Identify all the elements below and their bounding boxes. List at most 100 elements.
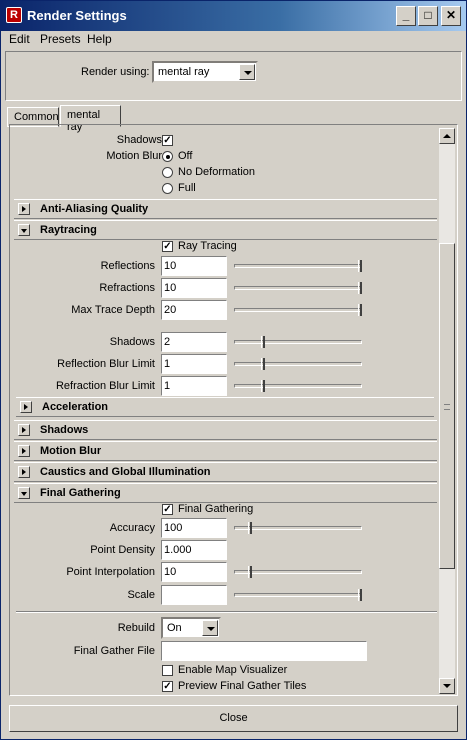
accuracy-label: Accuracy <box>109 522 155 534</box>
app-icon: R <box>6 7 22 23</box>
motion-blur-no-deformation-radio[interactable] <box>162 167 173 178</box>
reflections-field[interactable]: 10 <box>161 256 227 276</box>
ray-tracing-label: Ray Tracing <box>178 240 237 252</box>
refractions-label: Refractions <box>99 282 155 294</box>
chevron-down-icon[interactable] <box>202 620 218 636</box>
final-gather-file-label: Final Gather File <box>73 645 155 657</box>
slider-handle[interactable] <box>358 304 362 316</box>
max-trace-depth-label: Max Trace Depth <box>71 304 155 316</box>
chevron-down-icon <box>443 684 451 688</box>
slider-handle[interactable] <box>248 522 252 534</box>
section-shadows[interactable]: Shadows <box>14 420 437 440</box>
render-using-dropdown[interactable]: mental ray <box>152 61 258 83</box>
motion-blur-full-label: Full <box>178 182 196 194</box>
section-acceleration[interactable]: Acceleration <box>16 397 434 417</box>
point-interpolation-slider[interactable] <box>234 566 362 578</box>
refraction-blur-limit-slider[interactable] <box>234 380 362 392</box>
section-shadows-title: Shadows <box>40 424 89 436</box>
section-caustics[interactable]: Caustics and Global Illumination <box>14 462 437 482</box>
point-interpolation-field[interactable]: 10 <box>161 562 227 582</box>
vertical-scrollbar[interactable] <box>439 128 455 694</box>
section-acceleration-title: Acceleration <box>42 401 109 413</box>
point-density-field[interactable]: 1.000 <box>161 540 227 560</box>
shadows-depth-slider[interactable] <box>234 336 362 348</box>
ray-tracing-checkbox[interactable]: ✓ <box>162 241 173 252</box>
expand-icon[interactable] <box>18 445 30 457</box>
final-gathering-checkbox[interactable]: ✓ <box>162 504 173 515</box>
rebuild-value: On <box>167 622 182 634</box>
rebuild-dropdown[interactable]: On <box>161 617 221 639</box>
reflections-slider[interactable] <box>234 260 362 272</box>
settings-scroll-area: Shadows ✓ Motion Blur Off No Deformation… <box>9 124 458 696</box>
shadows-checkbox[interactable]: ✓ <box>162 135 173 146</box>
section-final-gathering[interactable]: Final Gathering <box>14 483 437 503</box>
preview-tiles-checkbox[interactable]: ✓ <box>162 681 173 692</box>
menu-edit[interactable]: Edit <box>9 32 30 46</box>
menu-help[interactable]: Help <box>87 32 112 46</box>
render-using-panel: Render using: mental ray <box>5 51 462 101</box>
point-interpolation-label: Point Interpolation <box>66 566 155 578</box>
max-trace-depth-slider[interactable] <box>234 304 362 316</box>
slider-handle[interactable] <box>261 336 265 348</box>
accuracy-field[interactable]: 100 <box>161 518 227 538</box>
slider-handle[interactable] <box>358 589 362 601</box>
refraction-blur-limit-field[interactable]: 1 <box>161 376 227 396</box>
reflection-blur-limit-field[interactable]: 1 <box>161 354 227 374</box>
grip-icon <box>444 404 450 410</box>
scroll-down-button[interactable] <box>439 678 455 694</box>
motion-blur-no-deformation-label: No Deformation <box>178 166 256 178</box>
shadows-depth-field[interactable]: 2 <box>161 332 227 352</box>
expand-icon[interactable] <box>18 203 30 215</box>
title-bar: R Render Settings _ □ ✕ <box>1 1 466 31</box>
accuracy-slider[interactable] <box>234 522 362 534</box>
collapse-icon[interactable] <box>18 224 30 236</box>
slider-handle[interactable] <box>358 260 362 272</box>
collapse-icon[interactable] <box>18 487 30 499</box>
chevron-down-icon[interactable] <box>239 64 255 80</box>
section-anti-aliasing[interactable]: Anti-Aliasing Quality <box>14 199 437 219</box>
expand-icon[interactable] <box>20 401 32 413</box>
menu-presets[interactable]: Presets <box>40 32 81 46</box>
final-gathering-label: Final Gathering <box>178 503 254 515</box>
section-raytracing[interactable]: Raytracing <box>14 220 437 240</box>
enable-map-visualizer-checkbox[interactable] <box>162 665 173 676</box>
slider-handle[interactable] <box>358 282 362 294</box>
reflection-blur-limit-slider[interactable] <box>234 358 362 370</box>
section-raytracing-title: Raytracing <box>40 224 97 236</box>
scroll-up-button[interactable] <box>439 128 455 144</box>
menu-bar: Edit Presets Help <box>1 31 466 49</box>
scale-slider[interactable] <box>234 589 362 601</box>
window-title: Render Settings <box>27 8 127 23</box>
rebuild-label: Rebuild <box>117 622 155 634</box>
minimize-button[interactable]: _ <box>396 6 416 26</box>
expand-icon[interactable] <box>18 466 30 478</box>
section-motion-blur[interactable]: Motion Blur <box>14 441 437 461</box>
motion-blur-off-label: Off <box>178 150 193 162</box>
render-using-value: mental ray <box>158 66 210 78</box>
section-motion-blur-title: Motion Blur <box>40 445 102 457</box>
scale-color-swatch[interactable] <box>161 585 227 605</box>
render-settings-window: R Render Settings _ □ ✕ Edit Presets Hel… <box>0 0 467 740</box>
enable-map-visualizer-label: Enable Map Visualizer <box>178 664 288 676</box>
slider-handle[interactable] <box>261 358 265 370</box>
expand-icon[interactable] <box>18 424 30 436</box>
refractions-field[interactable]: 10 <box>161 278 227 298</box>
close-window-button[interactable]: ✕ <box>441 6 461 26</box>
point-density-label: Point Density <box>90 544 155 556</box>
scroll-thumb[interactable] <box>439 243 455 569</box>
refractions-slider[interactable] <box>234 282 362 294</box>
shadows-label: Shadows <box>116 134 162 146</box>
reflections-label: Reflections <box>100 260 155 272</box>
section-final-gathering-title: Final Gathering <box>40 487 121 499</box>
close-button[interactable]: Close <box>9 705 458 732</box>
slider-handle[interactable] <box>261 380 265 392</box>
final-gather-file-field[interactable] <box>161 641 367 661</box>
slider-handle[interactable] <box>248 566 252 578</box>
section-caustics-title: Caustics and Global Illumination <box>40 466 211 478</box>
motion-blur-off-radio[interactable] <box>162 151 173 162</box>
maximize-button[interactable]: □ <box>418 6 438 26</box>
max-trace-depth-field[interactable]: 20 <box>161 300 227 320</box>
motion-blur-full-radio[interactable] <box>162 183 173 194</box>
scale-label: Scale <box>127 589 155 601</box>
refraction-blur-limit-label: Refraction Blur Limit <box>55 380 155 392</box>
